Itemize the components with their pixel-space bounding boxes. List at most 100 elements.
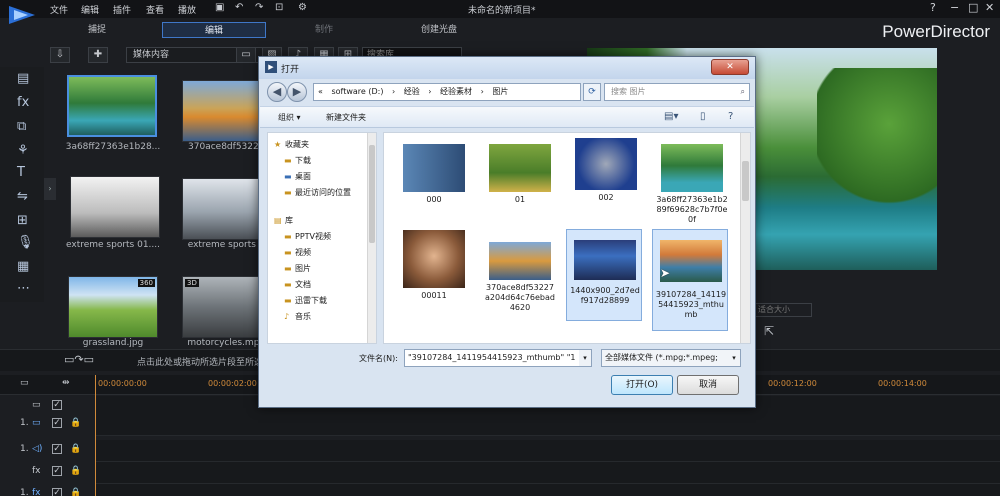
lock-icon[interactable]: 🔒 — [70, 466, 81, 476]
nav-thunder-downloads[interactable]: ▬ 迅雷下载 — [284, 295, 327, 306]
timeline-track[interactable]: 1. ▭ ✓ 🔒 — [0, 414, 1000, 436]
file-item[interactable]: 00011 — [396, 225, 472, 327]
menu-view[interactable]: 查看 — [146, 3, 164, 16]
settings-gear-icon[interactable]: ⚙ — [298, 2, 307, 13]
nav-music[interactable]: ♪ 音乐 — [284, 311, 311, 322]
nav-pptv[interactable]: ▬ PPTV视频 — [284, 231, 331, 242]
breadcrumb-folder[interactable]: 图片 — [492, 87, 508, 96]
help-icon[interactable]: ? — [728, 111, 733, 122]
media-thumbnail[interactable] — [70, 176, 160, 238]
storyboard-icon[interactable]: ▭↷▭ — [64, 353, 94, 366]
media-room-icon[interactable]: ▤ — [17, 71, 29, 86]
subtitle-icon[interactable]: ⋯ — [17, 281, 30, 296]
view-toggle-icon[interactable]: ▭ — [236, 47, 256, 63]
timeline-track[interactable]: 1. fx ✓ 🔒 — [0, 484, 1000, 496]
nav-documents[interactable]: ▬ 文档 — [284, 279, 311, 290]
preview-pane-icon[interactable]: ▯ — [700, 111, 706, 122]
tab-create-disc[interactable]: 创建光盘 — [384, 22, 494, 38]
filename-input[interactable]: "39107284_1411954415923_mthumb" "1 ▾ — [404, 349, 592, 367]
fit-icon[interactable]: ⊡ — [275, 2, 283, 13]
pip-icon[interactable]: ⧉ — [17, 119, 26, 134]
chapter-icon[interactable]: ▦ — [17, 259, 29, 274]
new-folder-button[interactable]: 新建文件夹 — [326, 112, 366, 123]
file-item[interactable]: 1440x900_2d7edf917d28899 — [566, 229, 642, 321]
tab-capture[interactable]: 捕捉 — [48, 22, 146, 38]
address-bar[interactable]: « software (D:) › 经验 › 经验素材 › 图片 — [313, 83, 581, 101]
breadcrumb-folder[interactable]: 经验 — [404, 87, 420, 96]
file-item[interactable]: 370ace8df53227a204d64c76ebad4620 — [482, 237, 558, 339]
undo-icon[interactable]: ↶ — [235, 2, 243, 13]
breadcrumb-folder[interactable]: 经验素材 — [440, 87, 472, 96]
file-item[interactable]: 002 — [568, 133, 644, 235]
help-icon[interactable]: ? — [930, 1, 936, 14]
nav-desktop[interactable]: ▬ 桌面 — [284, 171, 311, 182]
transition-icon[interactable]: ⇋ — [17, 189, 28, 204]
menu-plugins[interactable]: 插件 — [113, 3, 131, 16]
menu-playback[interactable]: 播放 — [178, 3, 196, 16]
expand-panel-arrow-icon[interactable]: › — [44, 178, 56, 200]
menu-edit[interactable]: 编辑 — [81, 3, 99, 16]
audio-mixing-icon[interactable]: ⊞ — [17, 213, 28, 228]
media-thumbnail[interactable]: 360 — [68, 276, 158, 338]
breadcrumb-overflow[interactable]: « — [318, 87, 323, 96]
media-thumbnail[interactable] — [67, 75, 157, 137]
fit-timeline-icon[interactable]: ⇹ — [62, 378, 70, 388]
refresh-icon[interactable]: ⟳ — [583, 83, 601, 101]
tab-edit[interactable]: 编辑 — [162, 22, 266, 38]
dialog-search-input[interactable]: 搜索 图片 ⌕ — [604, 83, 750, 101]
lock-icon[interactable]: 🔒 — [70, 418, 81, 428]
nav-videos[interactable]: ▬ 视频 — [284, 247, 311, 258]
restore-icon[interactable]: □ — [968, 1, 978, 14]
forward-arrow-icon[interactable]: ▶ — [287, 82, 307, 102]
scroll-thumb[interactable] — [742, 161, 749, 201]
cancel-button[interactable]: 取消 — [677, 375, 739, 395]
playhead[interactable] — [95, 375, 96, 496]
minimize-icon[interactable]: − — [950, 1, 959, 14]
organize-menu[interactable]: 组织 ▾ — [278, 112, 301, 123]
lock-icon[interactable]: 🔒 — [70, 488, 81, 496]
track-enable-checkbox[interactable]: ✓ — [52, 418, 62, 428]
timeline-track[interactable]: 1. ◁) ✓ 🔒 — [0, 440, 1000, 462]
track-enable-checkbox[interactable]: ✓ — [52, 444, 62, 454]
timeline-track[interactable]: fx ✓ 🔒 — [0, 462, 1000, 484]
file-item[interactable]: 39107284_1411954415923_mthumb — [652, 229, 728, 331]
nav-recent-places[interactable]: ▬ 最近访问的位置 — [284, 187, 351, 198]
view-options-icon[interactable]: ▤▾ — [664, 111, 678, 122]
back-arrow-icon[interactable]: ◀ — [267, 82, 287, 102]
breadcrumb-separator[interactable]: › — [428, 87, 431, 96]
track-enable-checkbox[interactable]: ✓ — [52, 488, 62, 496]
nav-libraries[interactable]: ▤ 库 — [274, 215, 293, 226]
nav-downloads[interactable]: ▬ 下载 — [284, 155, 311, 166]
lock-icon[interactable]: 🔒 — [70, 444, 81, 454]
plugin-icon[interactable]: ✚ — [88, 47, 108, 63]
export-icon[interactable]: ⇱ — [764, 324, 774, 338]
effects-icon[interactable]: fx — [17, 95, 29, 110]
open-button[interactable]: 打开(O) — [611, 375, 673, 395]
nav-scrollbar[interactable] — [367, 133, 376, 343]
dialog-titlebar[interactable]: ▶ 打开 ✕ — [259, 57, 755, 79]
nav-favorites[interactable]: ★ 收藏夹 — [274, 139, 309, 150]
file-item[interactable]: 01 — [482, 139, 558, 241]
breadcrumb-drive[interactable]: software (D:) — [331, 87, 383, 96]
nav-pictures[interactable]: ▬ 图片 — [284, 263, 311, 274]
track-manager-icon[interactable]: ▭ — [20, 378, 29, 388]
scroll-thumb[interactable] — [369, 145, 375, 243]
breadcrumb-separator[interactable]: › — [392, 87, 395, 96]
redo-icon[interactable]: ↷ — [255, 2, 263, 13]
preview-fit-select[interactable]: 适合大小 — [754, 303, 812, 317]
file-list-scrollbar[interactable] — [740, 133, 750, 343]
title-icon[interactable]: T — [17, 165, 25, 180]
menu-file[interactable]: 文件 — [50, 3, 68, 16]
tab-produce[interactable]: 制作 — [276, 22, 372, 38]
chevron-down-icon[interactable]: ▾ — [579, 350, 591, 366]
track-enable-checkbox[interactable]: ✓ — [52, 466, 62, 476]
voiceover-icon[interactable]: 🎙 — [17, 235, 34, 250]
import-icon[interactable]: ⇩ — [50, 47, 70, 63]
file-type-select[interactable]: 全部媒体文件 (*.mpg;*.mpeg; ▾ — [601, 349, 741, 367]
breadcrumb-separator[interactable]: › — [481, 87, 484, 96]
dialog-close-button[interactable]: ✕ — [711, 59, 749, 75]
close-icon[interactable]: ✕ — [985, 1, 994, 14]
save-icon[interactable]: ▣ — [215, 2, 224, 13]
particle-icon[interactable]: ⚘ — [17, 143, 29, 158]
file-item[interactable]: 3a68ff27363e1b289f69628c7b7f0e0f — [654, 139, 730, 241]
